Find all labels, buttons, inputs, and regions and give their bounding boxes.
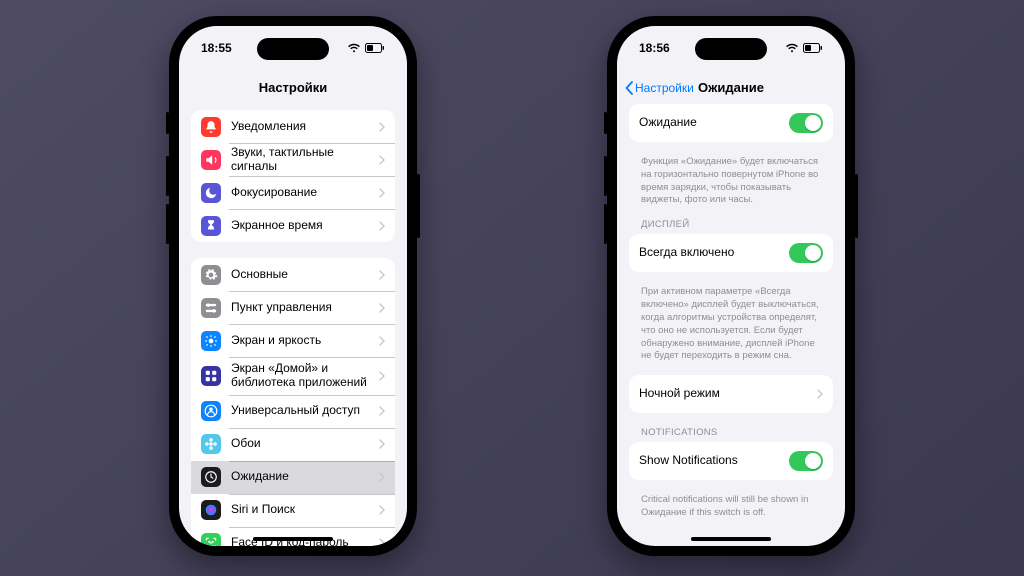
settings-row-siri[interactable]: Siri и Поиск [191,494,395,527]
row-label: Звуки, тактильные сигналы [231,146,369,174]
nav-bar: Настройки [179,70,407,106]
group-footer: Функция «Ожидание» будет включаться на г… [641,156,821,207]
hourglass-icon [201,216,221,236]
chevron-right-icon [379,303,385,313]
row-label: Show Notifications [639,454,779,468]
chevron-right-icon [379,221,385,231]
row-always-on[interactable]: Всегда включено [629,234,833,272]
settings-row-focus[interactable]: Фокусирование [191,176,395,209]
bell-icon [201,117,221,137]
row-label: Фокусирование [231,186,369,200]
row-label: Пункт управления [231,301,369,315]
settings-row-sounds[interactable]: Звуки, тактильные сигналы [191,143,395,176]
speaker-icon [201,150,221,170]
row-label: Всегда включено [639,246,779,260]
moon-icon [201,183,221,203]
status-time: 18:55 [201,41,232,55]
side-button [855,174,858,238]
side-button [166,204,169,244]
row-label: Ночной режим [639,387,807,401]
screen: 18:56 Настройки Ожидание Ожидание Функция… [617,26,845,546]
settings-row-display[interactable]: Экран и яркость [191,324,395,357]
toggle-switch[interactable] [789,451,823,471]
row-night-mode[interactable]: Ночной режим [629,375,833,413]
row-label: Ожидание [231,470,369,484]
row-label: Обои [231,437,369,451]
row-label: Siri и Поиск [231,503,369,517]
chevron-right-icon [817,389,823,399]
row-label: Уведомления [231,120,369,134]
sun-icon [201,331,221,351]
clock-icon [201,467,221,487]
row-label: Экранное время [231,219,369,233]
settings-row-screentime[interactable]: Экранное время [191,209,395,242]
dynamic-island [695,38,767,60]
gear-icon [201,265,221,285]
side-button [604,156,607,196]
nav-bar: Настройки Ожидание [617,70,845,106]
settings-row-controlcenter[interactable]: Пункт управления [191,291,395,324]
toggle-switch[interactable] [789,243,823,263]
row-label: Ожидание [639,116,779,130]
screen: 18:55 Настройки Уведомления Звуки, тактил… [179,26,407,546]
side-button [417,174,420,238]
phone-left: 18:55 Настройки Уведомления Звуки, тактил… [169,16,417,556]
row-standby-toggle[interactable]: Ожидание [629,104,833,142]
chevron-right-icon [379,188,385,198]
group-footer: Critical notifications will still be sho… [641,494,821,520]
chevron-right-icon [379,336,385,346]
chevron-right-icon [379,122,385,132]
grid-icon [201,366,221,386]
wifi-icon [347,43,361,53]
wifi-icon [785,43,799,53]
chevron-right-icon [379,505,385,515]
settings-row-notifications[interactable]: Уведомления [191,110,395,143]
settings-row-wallpaper[interactable]: Обои [191,428,395,461]
back-label: Настройки [635,81,694,95]
battery-icon [365,43,385,53]
dynamic-island [257,38,329,60]
side-button [604,204,607,244]
chevron-right-icon [379,155,385,165]
nav-title: Ожидание [698,80,764,95]
person-icon [201,401,221,421]
battery-icon [803,43,823,53]
home-indicator[interactable] [253,537,333,541]
settings-row-general[interactable]: Основные [191,258,395,291]
nav-title: Настройки [259,80,328,95]
chevron-right-icon [379,270,385,280]
settings-row-accessibility[interactable]: Универсальный доступ [191,395,395,428]
row-label: Основные [231,268,369,282]
chevron-right-icon [379,472,385,482]
group-header: ДИСПЛЕЙ [641,219,833,230]
group-footer: При активном параметре «Всегда включено»… [641,286,821,363]
siri-icon [201,500,221,520]
side-button [166,156,169,196]
chevron-right-icon [379,406,385,416]
standby-settings[interactable]: Ожидание Функция «Ожидание» будет включат… [617,100,845,546]
settings-row-homescreen[interactable]: Экран «Домой» и библиотека приложений [191,357,395,395]
side-button [166,112,169,134]
row-label: Экран «Домой» и библиотека приложений [231,362,369,390]
back-button[interactable]: Настройки [625,81,694,95]
flower-icon [201,434,221,454]
chevron-right-icon [379,538,385,546]
chevron-right-icon [379,439,385,449]
switches-icon [201,298,221,318]
group-header: NOTIFICATIONS [641,427,833,438]
settings-list[interactable]: Уведомления Звуки, тактильные сигналы Фоку… [179,106,407,546]
chevron-right-icon [379,371,385,381]
settings-row-standby[interactable]: Ожидание [191,461,395,494]
row-show-notifications[interactable]: Show Notifications [629,442,833,480]
toggle-switch[interactable] [789,113,823,133]
row-label: Универсальный доступ [231,404,369,418]
home-indicator[interactable] [691,537,771,541]
row-label: Экран и яркость [231,334,369,348]
side-button [604,112,607,134]
status-time: 18:56 [639,41,670,55]
faceid-icon [201,533,221,546]
phone-right: 18:56 Настройки Ожидание Ожидание Функция… [607,16,855,556]
